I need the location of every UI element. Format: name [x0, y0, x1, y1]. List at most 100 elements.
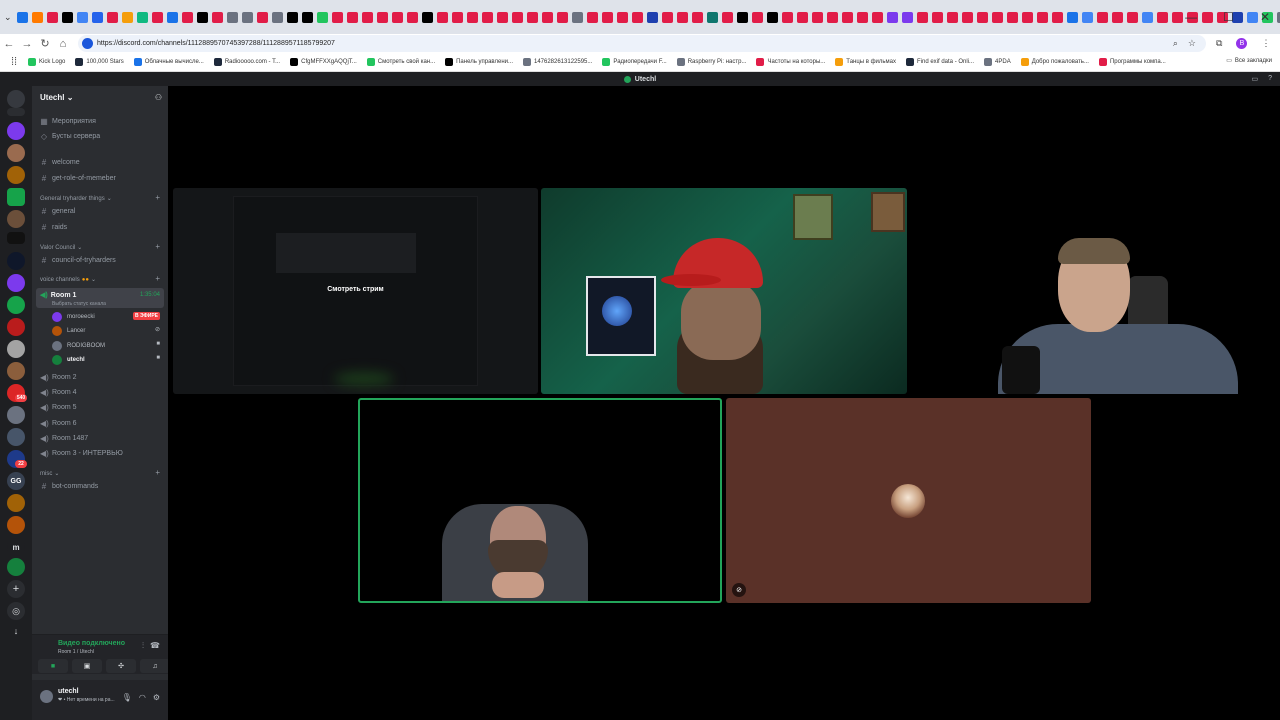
- browser-tab-favicon-icon[interactable]: [181, 11, 193, 23]
- voice-member[interactable]: RODIGBOOM: [52, 341, 105, 351]
- browser-tab-favicon-icon[interactable]: [661, 11, 673, 23]
- browser-tab-favicon-icon[interactable]: [781, 11, 793, 23]
- server-icon[interactable]: [7, 296, 25, 314]
- browser-tab-favicon-icon[interactable]: [211, 11, 223, 23]
- browser-tab-favicon-icon[interactable]: [391, 11, 403, 23]
- browser-tab-favicon-icon[interactable]: [961, 11, 973, 23]
- browser-tab-favicon-icon[interactable]: [376, 11, 388, 23]
- bookmark-item[interactable]: Смотреть свой кан...: [366, 58, 435, 66]
- browser-tab-favicon-icon[interactable]: [331, 11, 343, 23]
- avatar[interactable]: [40, 690, 53, 703]
- apps-grid-icon[interactable]: ⁞⁞: [8, 56, 20, 68]
- category-misc[interactable]: misc ⌄: [40, 470, 59, 478]
- camera-button[interactable]: ■: [38, 659, 68, 673]
- video-tile-speaking[interactable]: [358, 398, 722, 603]
- browser-tab-favicon-icon[interactable]: [841, 11, 853, 23]
- server-icon[interactable]: [7, 108, 25, 116]
- minimize-icon[interactable]: —: [1185, 10, 1197, 24]
- headphones-icon[interactable]: ◠: [139, 693, 146, 702]
- browser-tab-favicon-icon[interactable]: [166, 11, 178, 23]
- browser-tab-favicon-icon[interactable]: [511, 11, 523, 23]
- browser-tab-favicon-icon[interactable]: [1141, 11, 1153, 23]
- category-general[interactable]: General tryharder things ⌄: [40, 195, 112, 203]
- extensions-icon[interactable]: ⧉: [1216, 38, 1222, 49]
- voice-room-3[interactable]: ◀) Room 3 - ИНТЕРВЬЮ: [40, 449, 123, 458]
- browser-tab-favicon-icon[interactable]: [1171, 11, 1183, 23]
- inbox-icon[interactable]: ▭: [1251, 75, 1258, 83]
- browser-tab-favicon-icon[interactable]: [316, 11, 328, 23]
- browser-tab-favicon-icon[interactable]: [466, 11, 478, 23]
- add-server-icon[interactable]: +: [7, 580, 25, 598]
- server-icon[interactable]: [7, 558, 25, 576]
- channel-council[interactable]: # council-of-tryharders: [40, 256, 116, 265]
- watch-stream-label[interactable]: Смотреть стрим: [173, 286, 538, 293]
- browser-tab-favicon-icon[interactable]: [361, 11, 373, 23]
- browser-tab-favicon-icon[interactable]: [91, 11, 103, 23]
- browser-tab-favicon-icon[interactable]: [16, 11, 28, 23]
- browser-tab-favicon-icon[interactable]: [151, 11, 163, 23]
- forward-icon[interactable]: →: [18, 38, 36, 50]
- bookmark-item[interactable]: Find exif data - Onli...: [906, 58, 974, 66]
- browser-tab-favicon-icon[interactable]: [136, 11, 148, 23]
- browser-tab-favicon-icon[interactable]: [706, 11, 718, 23]
- browser-tab-favicon-icon[interactable]: [226, 11, 238, 23]
- browser-tab-favicon-icon[interactable]: [196, 11, 208, 23]
- browser-tab-favicon-icon[interactable]: [826, 11, 838, 23]
- bookmark-item[interactable]: Программы компа...: [1098, 58, 1166, 66]
- guild-name[interactable]: Utechl ⌄: [40, 93, 73, 102]
- channel-bot-commands[interactable]: # bot-commands: [40, 482, 99, 491]
- microphone-icon[interactable]: 🎙: [122, 693, 132, 702]
- server-icon[interactable]: [7, 274, 25, 292]
- video-tile[interactable]: [958, 236, 1258, 394]
- browser-tab-favicon-icon[interactable]: [121, 11, 133, 23]
- server-icon[interactable]: [7, 210, 25, 228]
- add-channel-icon[interactable]: +: [155, 193, 160, 202]
- browser-tab-favicon-icon[interactable]: [1126, 11, 1138, 23]
- user-status[interactable]: ❤ • Нет времени на ра...: [58, 697, 115, 703]
- browser-tab-favicon-icon[interactable]: [421, 11, 433, 23]
- browser-tab-favicon-icon[interactable]: [496, 11, 508, 23]
- bookmark-item[interactable]: Radiooooo.com - T...: [213, 58, 280, 66]
- browser-tab-favicon-icon[interactable]: [976, 11, 988, 23]
- bookmark-item[interactable]: Танцы в фильмах: [835, 58, 896, 66]
- voice-room-2[interactable]: ◀) Room 2: [40, 373, 77, 382]
- browser-tab-favicon-icon[interactable]: [871, 11, 883, 23]
- url-text[interactable]: https://discord.com/channels/11128895707…: [97, 40, 1173, 47]
- site-info-icon[interactable]: [82, 38, 93, 49]
- server-icon[interactable]: [7, 188, 25, 206]
- video-tile[interactable]: [541, 188, 907, 394]
- browser-tab-favicon-icon[interactable]: [481, 11, 493, 23]
- bookmark-item[interactable]: Панель управлени...: [445, 58, 513, 66]
- voice-member[interactable]: utechl: [52, 355, 85, 365]
- server-icon[interactable]: [7, 340, 25, 358]
- events-item[interactable]: ▦ Мероприятия: [40, 117, 96, 126]
- browser-tab-favicon-icon[interactable]: [886, 11, 898, 23]
- browser-tab-favicon-icon[interactable]: [691, 11, 703, 23]
- bookmark-item[interactable]: Облачные вычисле...: [133, 58, 204, 66]
- bookmark-item[interactable]: Raspberry Pi: настр...: [676, 58, 746, 66]
- browser-tab-favicon-icon[interactable]: [406, 11, 418, 23]
- browser-tab-favicon-icon[interactable]: [646, 11, 658, 23]
- bookmark-item[interactable]: Радиопередачи F...: [602, 58, 667, 66]
- channel-welcome[interactable]: # welcome: [40, 158, 80, 167]
- address-bar[interactable]: https://discord.com/channels/11128895707…: [78, 35, 1206, 52]
- browser-tab-favicon-icon[interactable]: [541, 11, 553, 23]
- browser-tab-favicon-icon[interactable]: [271, 11, 283, 23]
- browser-tab-favicon-icon[interactable]: [736, 11, 748, 23]
- avatar-tile[interactable]: ⊘: [726, 398, 1091, 603]
- browser-tab-favicon-icon[interactable]: [241, 11, 253, 23]
- browser-tab-favicon-icon[interactable]: [1096, 11, 1108, 23]
- gg-server-icon[interactable]: GG: [7, 472, 25, 490]
- browser-tab-favicon-icon[interactable]: [1051, 11, 1063, 23]
- browser-tab-favicon-icon[interactable]: [451, 11, 463, 23]
- browser-tab-favicon-icon[interactable]: [286, 11, 298, 23]
- browser-tab-favicon-icon[interactable]: [811, 11, 823, 23]
- browser-tab-favicon-icon[interactable]: [1276, 11, 1280, 23]
- home-icon[interactable]: ⌂: [54, 38, 72, 50]
- browser-tab-favicon-icon[interactable]: [991, 11, 1003, 23]
- browser-tab-favicon-icon[interactable]: [856, 11, 868, 23]
- server-icon[interactable]: [7, 406, 25, 424]
- bookmark-item[interactable]: CfgMFFXXgAQQjT...: [290, 58, 357, 66]
- home-server-icon[interactable]: [7, 90, 25, 108]
- browser-tab-favicon-icon[interactable]: [556, 11, 568, 23]
